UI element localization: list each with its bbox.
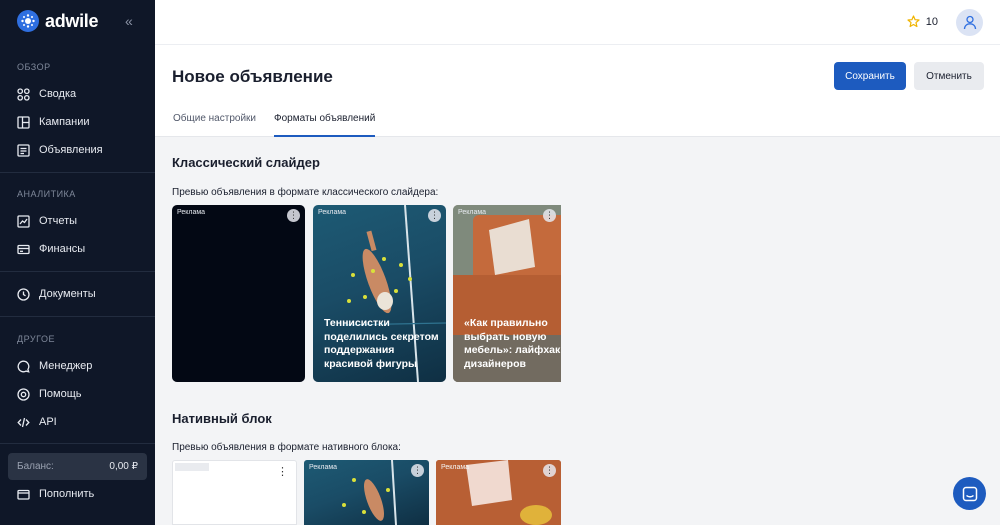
stars-count: 10 <box>925 15 938 28</box>
top-bar: 10 <box>155 0 1000 45</box>
slider-section-title: Классический слайдер <box>172 155 320 170</box>
wallet-icon <box>17 489 30 500</box>
chat-icon <box>17 360 30 373</box>
native-card-empty[interactable]: ⋮ <box>172 460 297 525</box>
chart-icon <box>17 214 30 228</box>
balance-value: 0,00 ₽ <box>109 461 138 472</box>
sidebar-item-summary[interactable]: Сводка <box>17 86 76 102</box>
tab-ad-formats[interactable]: Форматы объявлений <box>274 113 376 137</box>
more-icon[interactable]: ⋮ <box>428 209 441 222</box>
sidebar-item-label: Помощь <box>39 388 82 400</box>
sidebar-item-manager[interactable]: Менеджер <box>17 358 92 374</box>
sidebar-item-campaigns[interactable]: Кампании <box>17 114 90 130</box>
slider-preview-label: Превью объявления в формате классическог… <box>172 187 439 198</box>
slider-card-tennis[interactable]: Реклама ⋮ Теннисистки поделились секрето… <box>313 205 446 382</box>
ad-label: Реклама <box>458 209 487 216</box>
topup-button[interactable]: Пополнить <box>17 486 94 502</box>
more-icon[interactable]: ⋮ <box>543 209 556 222</box>
sidebar-item-ads[interactable]: Объявления <box>17 142 103 158</box>
topup-label: Пополнить <box>39 488 95 500</box>
sidebar-item-label: Кампании <box>39 116 90 128</box>
stars-counter[interactable]: 10 <box>907 15 938 28</box>
ad-caption: Теннисистки поделились секретом поддержа… <box>324 317 439 370</box>
sidebar-item-label: Отчеты <box>39 215 78 227</box>
page-header: Новое объявление Сохранить Отменить Общи… <box>155 45 1000 137</box>
more-icon[interactable]: ⋮ <box>543 464 556 477</box>
avatar[interactable] <box>956 9 983 36</box>
section-overview-title: ОБЗОР <box>17 62 51 72</box>
ad-label: Реклама <box>441 464 470 471</box>
sidebar-item-label: API <box>39 416 57 428</box>
slider-card-empty[interactable]: Реклама ⋮ <box>172 205 305 382</box>
native-card-sofa[interactable]: Реклама ⋮ <box>436 460 561 525</box>
sidebar-item-label: Сводка <box>39 88 77 100</box>
logo-icon <box>17 10 39 32</box>
clock-icon <box>17 287 30 301</box>
finance-icon <box>17 244 30 254</box>
grid-icon <box>17 87 30 101</box>
sidebar-item-label: Менеджер <box>39 360 93 372</box>
section-other-title: ДРУГОЕ <box>17 334 55 344</box>
balance-label: Баланс: <box>17 461 54 472</box>
list-icon <box>17 143 30 157</box>
native-preview-label: Превью объявления в формате нативного бл… <box>172 442 401 453</box>
cancel-button[interactable]: Отменить <box>914 62 984 90</box>
sidebar: adwile « ОБЗОР Сводка Кампании Объявлени… <box>0 0 155 525</box>
ad-label: Реклама <box>309 464 338 471</box>
sidebar-divider <box>0 271 155 272</box>
sidebar-item-help[interactable]: Помощь <box>17 386 82 402</box>
ad-label: Реклама <box>177 209 206 216</box>
brand-name: adwile <box>45 10 99 31</box>
native-section-title: Нативный блок <box>172 411 272 426</box>
slider-card-sofa[interactable]: Реклама ⋮ «Как правильно выбрать новую м… <box>453 205 561 382</box>
sidebar-item-label: Финансы <box>39 243 86 255</box>
sidebar-item-api[interactable]: API <box>17 414 57 430</box>
more-icon[interactable]: ⋮ <box>287 209 300 222</box>
page-title: Новое объявление <box>172 67 333 86</box>
chat-icon <box>962 486 977 501</box>
more-icon[interactable]: ⋮ <box>277 465 288 478</box>
star-icon <box>907 15 920 28</box>
tab-general-settings[interactable]: Общие настройки <box>173 113 256 137</box>
save-button[interactable]: Сохранить <box>834 62 906 90</box>
support-chat-button[interactable] <box>953 477 986 510</box>
sidebar-item-documents[interactable]: Документы <box>17 286 96 302</box>
layout-icon <box>17 115 30 129</box>
section-analytics-title: АНАЛИТИКА <box>17 189 76 199</box>
sidebar-item-finance[interactable]: Финансы <box>17 241 85 257</box>
sidebar-item-label: Документы <box>39 288 96 300</box>
more-icon[interactable]: ⋮ <box>411 464 424 477</box>
native-card-tennis[interactable]: Реклама ⋮ <box>304 460 429 525</box>
help-icon <box>17 387 30 401</box>
broken-image-icon <box>175 463 209 471</box>
sidebar-divider <box>0 172 155 173</box>
balance-box: Баланс: 0,00 ₽ <box>8 453 147 480</box>
user-icon <box>963 15 976 30</box>
sidebar-item-label: Объявления <box>39 144 103 156</box>
logo[interactable]: adwile <box>17 10 99 32</box>
code-icon <box>17 417 30 427</box>
sidebar-divider <box>0 316 155 317</box>
ad-label: Реклама <box>318 209 347 216</box>
sidebar-divider <box>0 443 155 444</box>
sidebar-item-reports[interactable]: Отчеты <box>17 213 77 229</box>
collapse-sidebar-icon[interactable]: « <box>125 14 139 28</box>
ad-caption: «Как правильно выбрать новую мебель»: ла… <box>464 317 561 370</box>
